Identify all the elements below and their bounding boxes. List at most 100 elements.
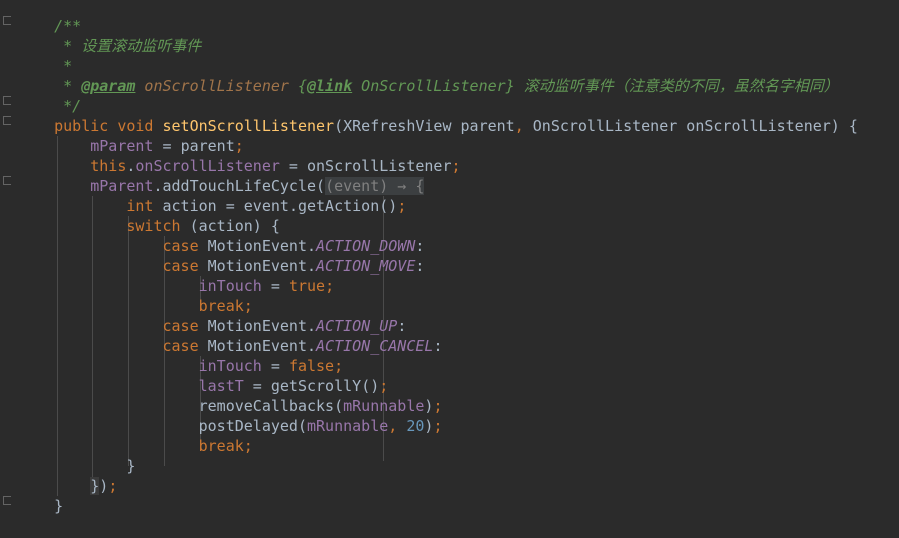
- token-keyword: ,: [388, 417, 398, 435]
- token-keyword: switch: [126, 217, 181, 235]
- token-default: }: [126, 457, 136, 475]
- code-line-22[interactable]: }: [18, 456, 135, 476]
- token-default: [18, 437, 199, 455]
- token-keyword: ,: [514, 117, 524, 135]
- token-default: [18, 417, 199, 435]
- code-line-2[interactable]: *: [18, 56, 72, 76]
- code-line-10[interactable]: switch (action) {: [18, 216, 280, 236]
- code-line-3[interactable]: * @param onScrollListener {@link OnScrol…: [18, 76, 839, 96]
- token-default: [18, 237, 163, 255]
- code-line-8[interactable]: mParent.addTouchLifeCycle((event) → {: [18, 176, 425, 196]
- token-default: MotionEvent.: [198, 337, 317, 355]
- token-field: onScrollListener: [135, 157, 280, 175]
- token-default: [18, 117, 54, 135]
- code-line-21[interactable]: break;: [18, 436, 253, 456]
- code-line-4[interactable]: */: [18, 96, 81, 116]
- token-keyword: break: [198, 437, 244, 455]
- token-default: =: [261, 357, 289, 375]
- token-field: inTouch: [198, 357, 262, 375]
- token-keyword: false: [288, 357, 335, 375]
- token-default: [108, 117, 117, 135]
- token-default: (: [316, 177, 326, 195]
- token-default: addTouchLifeCycle: [162, 177, 317, 195]
- token-default: =: [243, 377, 271, 395]
- code-line-13[interactable]: inTouch = true;: [18, 276, 334, 296]
- token-keyword: public: [54, 117, 109, 135]
- token-default: [153, 117, 162, 135]
- code-line-20[interactable]: postDelayed(mRunnable, 20);: [18, 416, 443, 436]
- token-keyword: ;: [451, 157, 461, 175]
- token-default: (: [297, 417, 307, 435]
- token-keyword: ;: [325, 277, 335, 295]
- token-keyword: case: [162, 257, 199, 275]
- code-line-18[interactable]: lastT = getScrollY();: [18, 376, 389, 396]
- code-line-11[interactable]: case MotionEvent.ACTION_DOWN:: [18, 236, 425, 256]
- token-default: [18, 317, 163, 335]
- token-default: [18, 197, 126, 215]
- token-brace-match: }: [90, 477, 100, 495]
- token-default: (): [361, 377, 380, 395]
- token-default: [18, 217, 126, 235]
- token-doctag: @param: [81, 77, 136, 95]
- token-keyword: ;: [379, 377, 389, 395]
- token-comment: {: [297, 77, 307, 95]
- token-field: inTouch: [198, 277, 262, 295]
- token-param: OnScrollListener onScrollListener: [523, 117, 831, 135]
- token-comment: /**: [54, 17, 82, 35]
- token-field: lastT: [198, 377, 244, 395]
- token-default: :: [415, 237, 425, 255]
- token-default: :: [433, 337, 443, 355]
- code-line-1[interactable]: * 设置滚动监听事件: [18, 36, 201, 56]
- code-line-0[interactable]: /**: [18, 16, 81, 36]
- token-lambda-sel: (event) → {: [325, 177, 425, 195]
- token-default: [18, 377, 199, 395]
- token-default: [18, 157, 90, 175]
- code-text-area[interactable]: /** * 设置滚动监听事件 * * @param onScrollListen…: [0, 0, 899, 538]
- token-static: ACTION_CANCEL: [316, 337, 434, 355]
- code-line-14[interactable]: break;: [18, 296, 253, 316]
- token-keyword: this: [90, 157, 127, 175]
- token-field: mRunnable: [307, 417, 389, 435]
- token-comment: OnScrollListener}: [352, 77, 524, 95]
- token-default: :: [415, 257, 425, 275]
- token-default: =: [279, 157, 307, 175]
- code-line-17[interactable]: inTouch = false;: [18, 356, 344, 376]
- token-default: getAction: [297, 197, 380, 215]
- token-default: [18, 497, 54, 515]
- token-field: mRunnable: [343, 397, 425, 415]
- token-param: onScrollListener: [307, 157, 452, 175]
- token-keyword: ;: [243, 437, 253, 455]
- token-number: 20: [406, 417, 425, 435]
- token-field: mParent: [90, 177, 154, 195]
- token-default: MotionEvent.: [198, 317, 317, 335]
- code-line-12[interactable]: case MotionEvent.ACTION_MOVE:: [18, 256, 425, 276]
- token-default: (: [334, 117, 344, 135]
- code-line-6[interactable]: mParent = parent;: [18, 136, 244, 156]
- code-line-5[interactable]: public void setOnScrollListener(XRefresh…: [18, 116, 858, 136]
- code-editor[interactable]: /** * 设置滚动监听事件 * * @param onScrollListen…: [0, 0, 899, 538]
- token-keyword: ;: [433, 417, 443, 435]
- token-default: [18, 137, 90, 155]
- token-keyword: ;: [243, 297, 253, 315]
- token-default: action =: [153, 197, 244, 215]
- token-default: MotionEvent.: [198, 237, 317, 255]
- code-line-7[interactable]: this.onScrollListener = onScrollListener…: [18, 156, 461, 176]
- token-comment: *: [18, 57, 73, 75]
- code-line-23[interactable]: });: [18, 476, 117, 496]
- token-default: [18, 337, 163, 355]
- token-keyword: int: [126, 197, 154, 215]
- token-default: getScrollY: [270, 377, 362, 395]
- code-line-15[interactable]: case MotionEvent.ACTION_UP:: [18, 316, 407, 336]
- token-keyword: ;: [234, 137, 244, 155]
- token-static: ACTION_MOVE: [316, 257, 416, 275]
- token-comment: *: [18, 77, 82, 95]
- token-keyword: case: [162, 337, 199, 355]
- token-default: :: [397, 317, 407, 335]
- code-line-16[interactable]: case MotionEvent.ACTION_CANCEL:: [18, 336, 443, 356]
- code-line-19[interactable]: removeCallbacks(mRunnable);: [18, 396, 443, 416]
- token-field: mParent: [90, 137, 154, 155]
- token-default: [18, 277, 199, 295]
- code-line-24[interactable]: }: [18, 496, 63, 516]
- token-keyword: ;: [108, 477, 118, 495]
- code-line-9[interactable]: int action = event.getAction();: [18, 196, 406, 216]
